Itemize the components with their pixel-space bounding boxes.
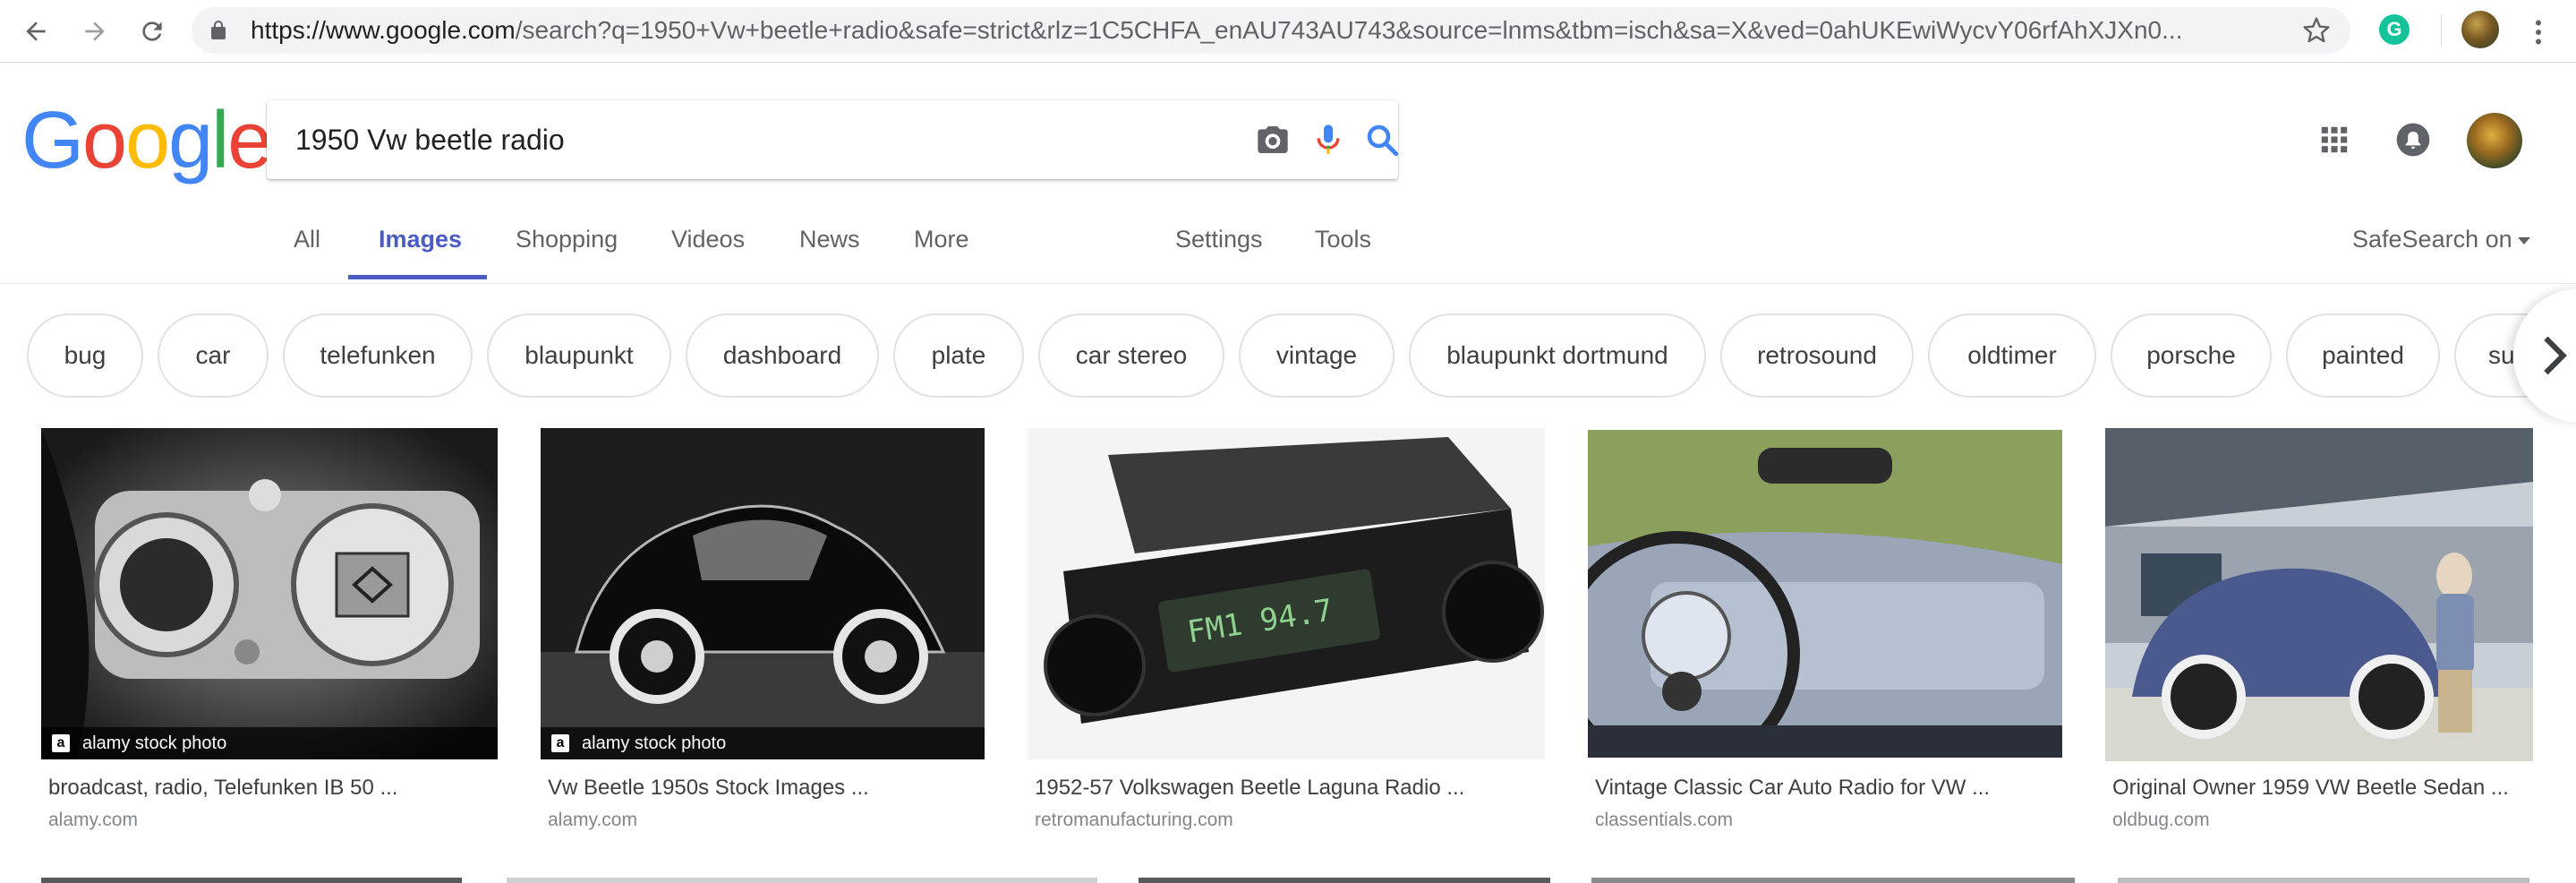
logo-letter: G: [21, 96, 84, 185]
watermark-text: alamy stock photo: [82, 733, 227, 753]
chip-blaupunkt[interactable]: blaupunkt: [487, 313, 671, 398]
reload-button[interactable]: [131, 10, 174, 53]
result-title-1[interactable]: broadcast, radio, Telefunken IB 50 ...: [48, 776, 397, 801]
result-site-1[interactable]: alamy.com: [48, 810, 138, 831]
notifications-icon: [2396, 123, 2430, 157]
chip-bug[interactable]: bug: [27, 313, 143, 398]
classic-dashboard-photo: [1588, 430, 2062, 758]
result-title-4[interactable]: Vintage Classic Car Auto Radio for VW ..…: [1595, 776, 1990, 801]
radio-photo: [1028, 428, 1545, 759]
chip-painted[interactable]: painted: [2286, 313, 2440, 398]
search-icon: [1367, 124, 1399, 157]
result-image-row2[interactable]: [41, 878, 462, 883]
back-button[interactable]: [14, 10, 57, 53]
result-image-row2[interactable]: [1139, 878, 1550, 883]
result-image-row2[interactable]: [1591, 878, 2075, 883]
chip-retrosound[interactable]: retrosound: [1720, 313, 1914, 398]
reload-icon: [142, 21, 162, 41]
logo-letter: e: [227, 96, 272, 185]
result-site-2[interactable]: alamy.com: [548, 810, 637, 831]
star-icon[interactable]: [2302, 16, 2331, 45]
search-box[interactable]: 1950 Vw beetle radio: [267, 100, 1399, 179]
dashboard-photo: [41, 428, 498, 759]
chip-oldtimer[interactable]: oldtimer: [1928, 313, 2096, 398]
chip-vintage[interactable]: vintage: [1239, 313, 1395, 398]
safesearch-toggle[interactable]: SafeSearch on: [2352, 226, 2530, 253]
result-site-3[interactable]: retromanufacturing.com: [1035, 810, 1233, 831]
tabs-divider: [0, 283, 2576, 284]
result-image-2[interactable]: a alamy stock photo: [541, 428, 985, 759]
browser-toolbar: https://www.google.com/search?q=1950+Vw+…: [0, 0, 2576, 63]
url-text: https://www.google.com/search?q=1950+Vw+…: [251, 16, 2183, 44]
logo-letter: g: [168, 96, 213, 185]
tab-images[interactable]: Images: [379, 226, 462, 253]
search-input[interactable]: 1950 Vw beetle radio: [295, 100, 565, 179]
result-site-4[interactable]: classentials.com: [1595, 810, 1733, 831]
voice-search-button[interactable]: [1309, 120, 1348, 159]
back-icon: [26, 21, 46, 41]
result-title-3[interactable]: 1952-57 Volkswagen Beetle Laguna Radio .…: [1035, 776, 1464, 801]
address-bar[interactable]: https://www.google.com/search?q=1950+Vw+…: [192, 7, 2350, 54]
toolbar-divider: [2441, 14, 2442, 47]
account-avatar[interactable]: [2467, 113, 2522, 168]
browser-menu-icon[interactable]: [2522, 16, 2555, 48]
result-site-5[interactable]: oldbug.com: [2112, 810, 2210, 831]
alamy-logo-icon: a: [52, 734, 70, 752]
camera-search-button[interactable]: [1253, 120, 1292, 159]
result-image-row2[interactable]: [507, 878, 1097, 883]
tab-shopping[interactable]: Shopping: [516, 226, 618, 253]
chevron-right-icon: [2544, 336, 2567, 375]
chip-porsche[interactable]: porsche: [2111, 313, 2272, 398]
browser-profile-avatar[interactable]: [2461, 11, 2499, 48]
chip-plate[interactable]: plate: [893, 313, 1024, 398]
result-image-1[interactable]: a alamy stock photo: [41, 428, 498, 759]
owner-beetle-photo: [2105, 428, 2533, 761]
watermark-text: alamy stock photo: [582, 733, 727, 753]
result-image-5[interactable]: [2105, 428, 2533, 761]
lock-icon: [211, 21, 226, 39]
logo-letter: o: [125, 96, 170, 185]
result-image-row2[interactable]: [2118, 878, 2529, 883]
watermark-bar: a alamy stock photo: [41, 727, 498, 759]
chip-car-stereo[interactable]: car stereo: [1038, 313, 1224, 398]
tab-settings[interactable]: Settings: [1175, 226, 1263, 253]
search-button[interactable]: [1362, 120, 1402, 159]
chip-car[interactable]: car: [158, 313, 269, 398]
google-apps-button[interactable]: [2315, 120, 2354, 159]
logo-letter: l: [211, 96, 229, 185]
safesearch-label: SafeSearch on: [2352, 226, 2512, 253]
result-image-4[interactable]: [1588, 430, 2062, 758]
mic-icon: [1317, 124, 1340, 154]
chips-next-button[interactable]: [2513, 288, 2576, 423]
beetle-photo: [541, 428, 985, 759]
alamy-logo-icon: a: [551, 734, 569, 752]
watermark-bar: a alamy stock photo: [541, 727, 985, 759]
camera-icon: [1258, 126, 1288, 153]
forward-icon: [85, 21, 105, 41]
tab-videos[interactable]: Videos: [671, 226, 745, 253]
forward-button[interactable]: [73, 10, 116, 53]
notifications-button[interactable]: [2393, 120, 2433, 159]
google-logo[interactable]: Google: [21, 96, 272, 185]
result-image-3[interactable]: FM1 94.7: [1028, 428, 1545, 759]
tab-all[interactable]: All: [294, 226, 320, 253]
tab-more[interactable]: More: [914, 226, 969, 253]
chip-dashboard[interactable]: dashboard: [686, 313, 879, 398]
logo-letter: o: [82, 96, 127, 185]
result-title-2[interactable]: Vw Beetle 1950s Stock Images ...: [548, 776, 869, 801]
apps-grid-icon: [2321, 126, 2348, 153]
dropdown-caret-icon: [2517, 236, 2530, 244]
active-tab-indicator: [348, 275, 487, 279]
tab-tools[interactable]: Tools: [1315, 226, 1371, 253]
chip-blaupunkt-dortmund[interactable]: blaupunkt dortmund: [1409, 313, 1706, 398]
result-title-5[interactable]: Original Owner 1959 VW Beetle Sedan ...: [2112, 776, 2509, 801]
grammarly-extension-icon[interactable]: G: [2379, 14, 2410, 45]
chip-telefunken[interactable]: telefunken: [283, 313, 473, 398]
tab-news[interactable]: News: [799, 226, 860, 253]
